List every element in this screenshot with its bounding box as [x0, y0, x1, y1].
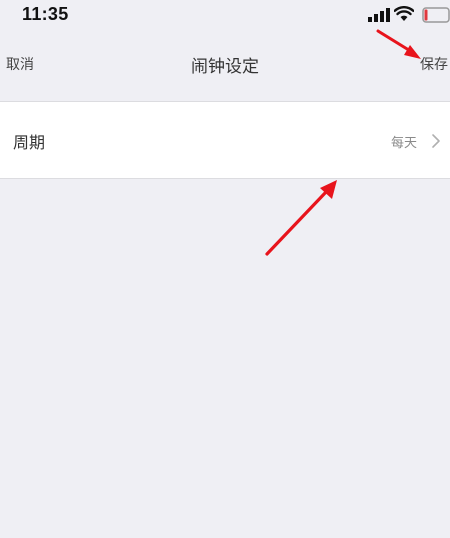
status-time: 11:35	[22, 4, 69, 24]
arrow-to-row-icon	[265, 180, 337, 256]
status-bar: 11:35	[0, 0, 450, 30]
wifi-icon	[394, 6, 414, 21]
cellular-signal-icon	[368, 8, 390, 22]
settings-row-repeat[interactable]: 周期 每天	[0, 101, 450, 179]
alarm-settings-screen: 11:35 取消 闹钟设定 保存 周期 每天	[0, 0, 450, 538]
battery-icon	[422, 7, 450, 23]
page-title: 闹钟设定	[191, 57, 259, 77]
chevron-right-icon	[432, 134, 440, 148]
row-value: 每天	[390, 136, 417, 151]
save-button[interactable]: 保存	[420, 54, 450, 74]
row-label: 周期	[13, 133, 46, 152]
status-icons	[360, 6, 450, 24]
navigation-bar: 取消 闹钟设定 保存	[0, 30, 450, 92]
